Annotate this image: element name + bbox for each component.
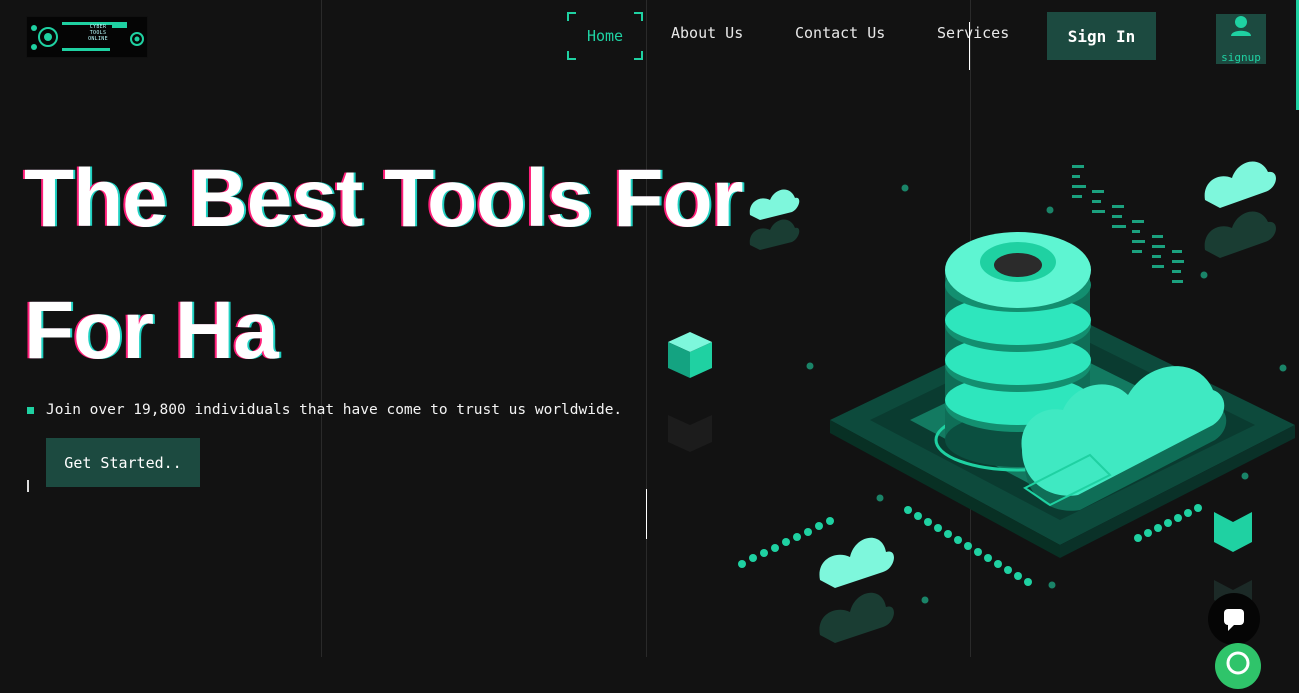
hero-subtext: Join over 19,800 individuals that have c… <box>46 402 623 418</box>
nav-services-link[interactable]: Services <box>937 24 1009 42</box>
logo-text-line-3: ONLINE <box>88 36 108 42</box>
nav-contact-link[interactable]: Contact Us <box>795 24 885 42</box>
user-icon <box>1231 16 1251 36</box>
corner-tl <box>567 12 576 21</box>
sign-in-label: Sign In <box>1067 26 1136 46</box>
text-cursor <box>969 22 970 70</box>
site-logo[interactable]: CYBER TOOLS ONLINE <box>26 16 148 58</box>
corner-br <box>634 51 643 60</box>
get-started-label: Get Started.. <box>64 453 182 472</box>
nav-home-link[interactable]: Home <box>567 12 643 60</box>
get-started-button[interactable]: Get Started.. <box>46 438 200 487</box>
grid-line-1 <box>321 0 322 657</box>
corner-bl <box>567 51 576 60</box>
whatsapp-button[interactable] <box>1215 643 1261 689</box>
signup-label: signup <box>1221 51 1261 64</box>
chat-button[interactable] <box>1208 593 1260 645</box>
corner-tr <box>634 12 643 21</box>
sign-in-button[interactable]: Sign In <box>1047 12 1156 60</box>
signup-button[interactable]: signup <box>1216 14 1266 64</box>
chat-icon <box>1224 609 1244 631</box>
text-cursor-2 <box>646 489 647 539</box>
logo-text: CYBER TOOLS ONLINE <box>77 24 119 42</box>
hero-headline-line-2: For Ha <box>24 285 279 376</box>
typing-cursor <box>27 480 29 492</box>
nav-about-link[interactable]: About Us <box>671 24 743 42</box>
header: CYBER TOOLS ONLINE Home About Us Contact… <box>0 0 1299 80</box>
bullet-marker <box>27 407 34 414</box>
hero-headline-line-1: The Best Tools For <box>24 153 744 244</box>
whatsapp-icon <box>1226 651 1250 675</box>
nav-home-label: Home <box>586 27 624 45</box>
